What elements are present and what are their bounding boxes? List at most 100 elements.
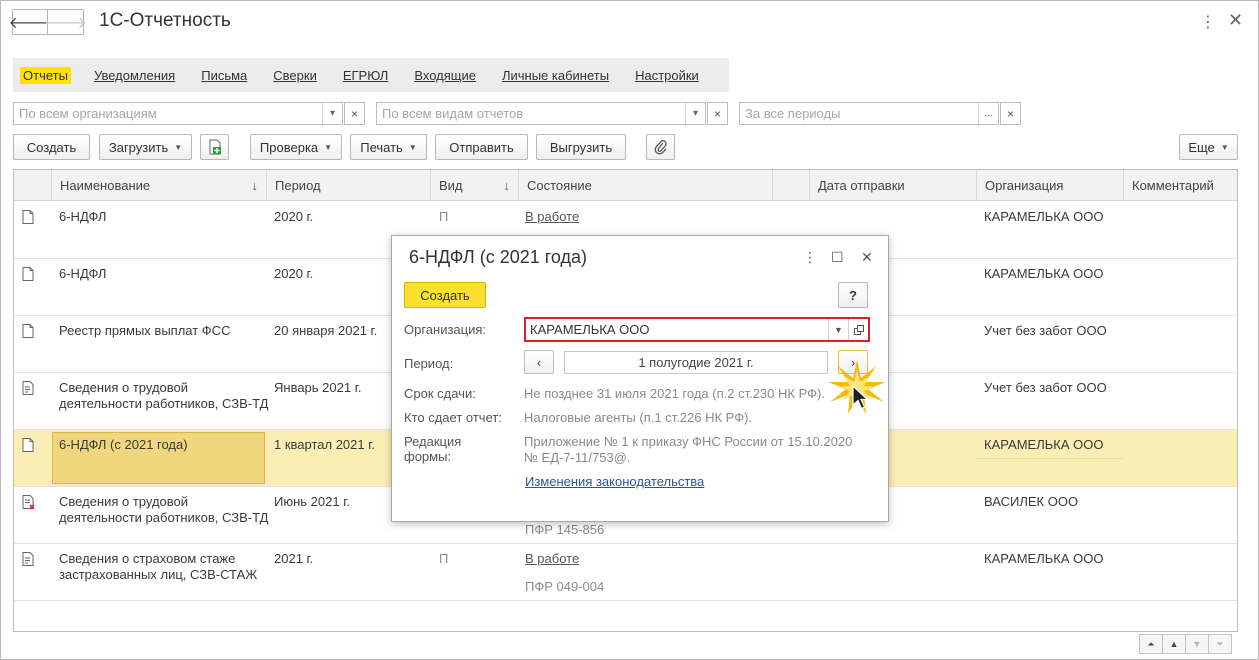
organization-filter-clear[interactable]: × xyxy=(344,102,365,125)
header-comment[interactable]: Комментарий xyxy=(1123,170,1237,201)
tab-settings[interactable]: Настройки xyxy=(635,68,699,83)
scroll-first-button[interactable]: ⏶ xyxy=(1139,634,1163,654)
row-name: 6-НДФЛ xyxy=(59,209,107,224)
deadline-value: Не позднее 31 июля 2021 года (п.2 ст.230… xyxy=(524,386,825,401)
send-button[interactable]: Отправить xyxy=(435,134,528,160)
header-icon-column xyxy=(14,170,51,201)
row-type: П xyxy=(439,551,449,566)
document-signed-icon xyxy=(22,552,34,566)
caret-down-icon: ▼ xyxy=(1220,142,1229,152)
period-value[interactable]: 1 полугодие 2021 г. xyxy=(564,351,828,374)
period-select-button[interactable]: ... xyxy=(978,103,998,124)
header-type[interactable]: Вид ↓ xyxy=(430,170,518,201)
document-icon xyxy=(22,324,34,338)
row-period: Январь 2021 г. xyxy=(274,380,362,395)
caret-down-icon: ▼ xyxy=(324,142,333,152)
report-type-filter[interactable]: По всем видам отчетов ▾ xyxy=(376,102,706,125)
row-organization: Учет без забот ООО xyxy=(984,323,1107,338)
organization-label: Организация: xyxy=(404,322,487,337)
paperclip-icon xyxy=(654,140,667,155)
open-icon[interactable] xyxy=(848,319,868,340)
period-filter[interactable]: За все периоды ... xyxy=(739,102,999,125)
more-button-label: Еще xyxy=(1188,139,1215,155)
law-changes-link[interactable]: Изменения законодательства xyxy=(525,474,704,489)
chevron-down-icon[interactable]: ▾ xyxy=(322,103,342,124)
caret-down-icon: ▼ xyxy=(174,142,183,152)
row-authority: ПФР 049-004 xyxy=(525,579,605,594)
section-tabs: Отчеты Уведомления Письма Сверки ЕГРЮЛ В… xyxy=(13,58,729,92)
row-period: 2020 г. xyxy=(274,266,314,281)
export-button[interactable]: Выгрузить xyxy=(536,134,626,160)
check-button[interactable]: Проверка ▼ xyxy=(250,134,342,160)
period-filter-clear[interactable]: × xyxy=(1000,102,1021,125)
document-signed-icon xyxy=(22,381,34,395)
dialog-create-button[interactable]: Создать xyxy=(404,282,486,308)
navigation-buttons: 🡐 🡒 xyxy=(9,9,87,35)
previous-period-button[interactable]: ‹ xyxy=(524,350,554,374)
close-icon[interactable]: ✕ xyxy=(861,249,873,266)
maximize-icon[interactable]: ☐ xyxy=(831,249,844,266)
row-period: 20 января 2021 г. xyxy=(274,323,378,338)
organization-field[interactable]: КАРАМЕЛЬКА ООО ▼ xyxy=(524,317,870,342)
back-button[interactable]: 🡐 xyxy=(9,9,51,35)
chevron-down-icon[interactable]: ▼ xyxy=(828,319,848,340)
sort-arrow-icon: ↓ xyxy=(503,178,511,193)
edition-value: Приложение № 1 к приказу ФНС России от 1… xyxy=(524,434,853,465)
row-name: Сведения о трудовой деятельности работни… xyxy=(59,380,269,411)
more-actions-icon[interactable]: ⋮ xyxy=(803,249,817,266)
tab-notifications[interactable]: Уведомления xyxy=(94,68,175,83)
report-dialog: 6-НДФЛ (с 2021 года) ⋮ ☐ ✕ Создать ? Орг… xyxy=(391,235,889,522)
row-period: 1 квартал 2021 г. xyxy=(274,437,375,452)
scroll-last-button[interactable]: ⏷ xyxy=(1208,634,1232,654)
row-name: 6-НДФЛ (с 2021 года) xyxy=(59,437,188,452)
deadline-label: Срок сдачи: xyxy=(404,386,476,401)
forward-button[interactable]: 🡒 xyxy=(44,9,87,35)
organization-filter[interactable]: По всем организациям ▾ xyxy=(13,102,343,125)
row-organization: Учет без забот ООО xyxy=(984,380,1107,395)
header-status[interactable]: Состояние xyxy=(518,170,772,201)
period-filter-placeholder: За все периоды xyxy=(745,106,841,121)
export-button-label: Выгрузить xyxy=(549,139,613,155)
row-status-link[interactable]: В работе xyxy=(525,551,579,567)
load-button[interactable]: Загрузить ▼ xyxy=(99,134,192,160)
app-title: 1С-Отчетность xyxy=(99,10,231,31)
header-period[interactable]: Период xyxy=(266,170,430,201)
row-status-link[interactable]: В работе xyxy=(525,209,579,225)
print-button-label: Печать xyxy=(360,139,403,155)
document-icon xyxy=(22,210,34,224)
print-button[interactable]: Печать ▼ xyxy=(350,134,427,160)
row-organization: КАРАМЕЛЬКА ООО xyxy=(984,551,1104,566)
more-button[interactable]: Еще ▼ xyxy=(1179,134,1238,160)
create-button[interactable]: Создать xyxy=(13,134,90,160)
tab-letters[interactable]: Письма xyxy=(201,68,247,83)
tab-incoming[interactable]: Входящие xyxy=(414,68,476,83)
table-row[interactable]: Сведения о страховом стаже застрахованны… xyxy=(14,544,1237,601)
mouse-cursor-icon xyxy=(852,385,870,410)
add-from-file-button[interactable] xyxy=(200,134,229,160)
report-type-filter-clear[interactable]: × xyxy=(707,102,728,125)
organization-filter-placeholder: По всем организациям xyxy=(19,106,157,121)
dialog-title: 6-НДФЛ (с 2021 года) xyxy=(409,247,588,267)
row-authority: ПФР 145-856 xyxy=(525,522,605,537)
tab-reconciliations[interactable]: Сверки xyxy=(273,68,317,83)
header-sent-date[interactable]: Дата отправки xyxy=(809,170,976,201)
header-name[interactable]: Наименование ↓ xyxy=(51,170,266,201)
row-period: 2021 г. xyxy=(274,551,314,566)
more-actions-icon[interactable]: ⋮ xyxy=(1200,12,1216,32)
close-icon[interactable]: ✕ xyxy=(1228,10,1243,31)
help-button[interactable]: ? xyxy=(838,282,868,308)
tab-egrul[interactable]: ЕГРЮЛ xyxy=(343,68,388,83)
row-organization: ВАСИЛЕК ООО xyxy=(984,494,1079,509)
tab-personal-accounts[interactable]: Личные кабинеты xyxy=(502,68,609,83)
scroll-down-button[interactable]: ▼ xyxy=(1185,634,1209,654)
scroll-up-button[interactable]: ▲ xyxy=(1162,634,1186,654)
row-organization: КАРАМЕЛЬКА ООО xyxy=(984,209,1104,224)
chevron-down-icon[interactable]: ▾ xyxy=(685,103,705,124)
check-button-label: Проверка xyxy=(259,139,319,155)
sort-arrow-icon: ↓ xyxy=(251,178,259,193)
document-icon xyxy=(22,438,34,452)
row-name: Сведения о страховом стаже застрахованны… xyxy=(59,551,258,582)
attach-button[interactable] xyxy=(646,134,675,160)
tab-reports[interactable]: Отчеты xyxy=(20,66,71,84)
header-organization[interactable]: Организация xyxy=(976,170,1123,201)
